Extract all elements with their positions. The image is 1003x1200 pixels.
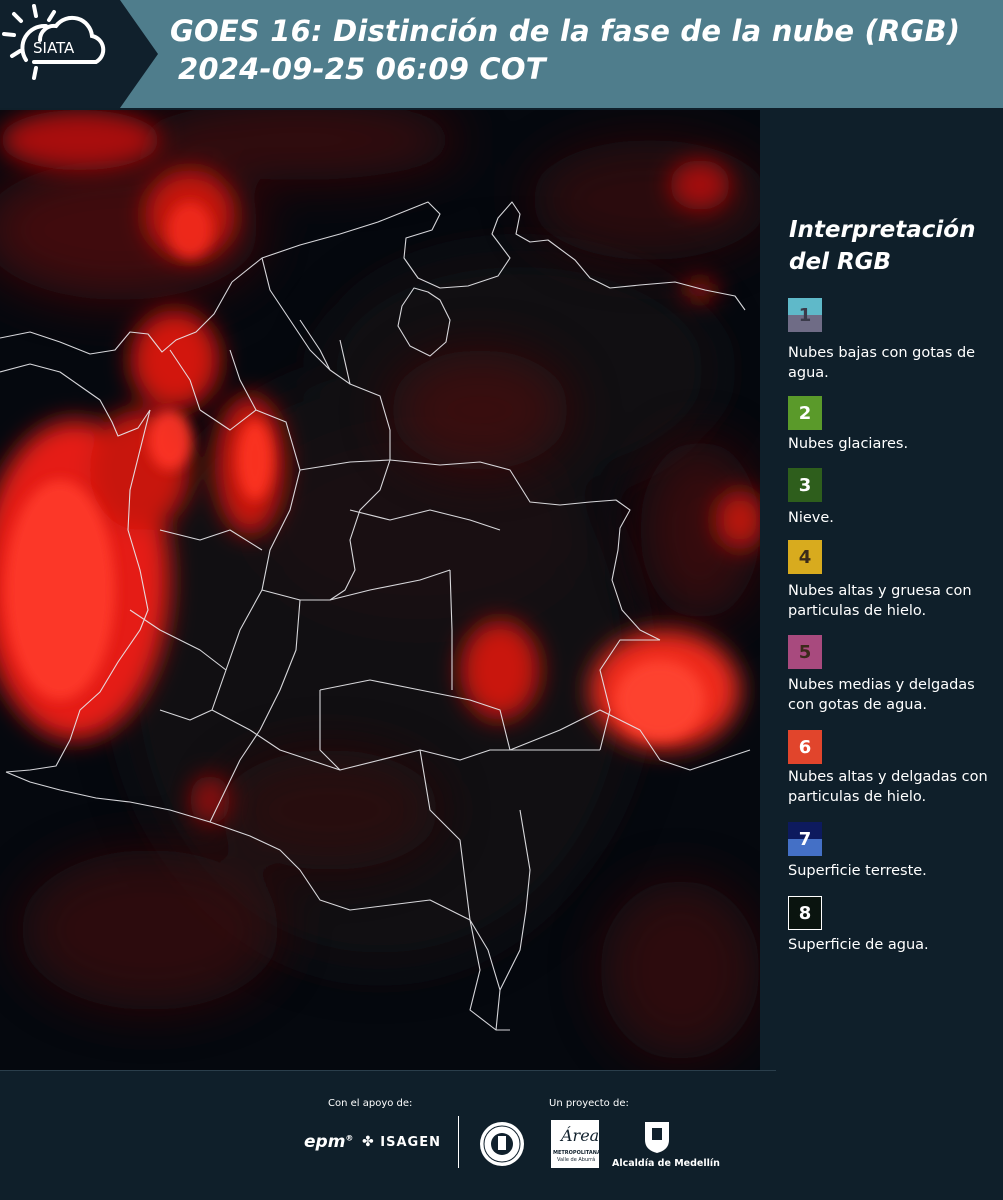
legend-title-line-2: del RGB: [789, 249, 892, 275]
legend-swatch-number: 8: [798, 902, 812, 924]
legend-description-1: Nubes bajas con gotas de agua.: [788, 345, 976, 381]
legend-swatch-1: 1: [788, 298, 822, 332]
legend-swatch-number: 6: [798, 736, 812, 758]
satellite-map[interactable]: [0, 110, 760, 1070]
legend-description-5: Nubes medias y delgadas con gotas de agu…: [788, 677, 975, 713]
legend-swatch-number: 4: [798, 546, 812, 568]
legend-swatch-number: 7: [798, 828, 812, 850]
alcaldia-label: Alcaldía de Medellín: [612, 1158, 720, 1169]
project-label: Un proyecto de:: [549, 1098, 629, 1109]
legend-swatch-5: 5: [788, 635, 822, 669]
legend-title-line-1: Interpretación: [789, 217, 976, 243]
footer: Con el apoyo de: Un proyecto de: epm® ✤ …: [0, 1070, 1003, 1200]
legend-description-4: Nubes altas y gruesa con particulas de h…: [788, 583, 972, 619]
title-line-1: GOES 16: Distinción de la fase de la nub…: [170, 14, 961, 48]
medellin-shield-icon: [645, 1122, 669, 1153]
epm-logo-text: epm: [304, 1132, 346, 1152]
support-label: Con el apoyo de:: [328, 1098, 413, 1109]
logo-band: SIATA: [0, 0, 160, 108]
area-logo-sub1: METROPOLITANA: [553, 1150, 601, 1156]
siata-logo: SIATA: [2, 4, 106, 80]
legend-description-7: Superficie terreste.: [788, 863, 927, 879]
legend-description-6: Nubes altas y delgadas con particulas de…: [788, 769, 988, 805]
legend-swatch-3: 3: [788, 468, 822, 502]
footer-separator: [458, 1116, 459, 1168]
title-datetime: 2024-09-25 06:09 COT: [178, 52, 546, 86]
legend-swatch-number: 1: [798, 304, 812, 326]
epm-logo: epm®: [304, 1132, 354, 1152]
legend-description-3: Nieve.: [788, 510, 834, 526]
legend-swatch-6: 6: [788, 730, 822, 764]
svg-text:SIATA: SIATA: [33, 39, 75, 57]
legend-swatch-number: 2: [798, 402, 812, 424]
isagen-logo-text: ISAGEN: [380, 1135, 441, 1150]
legend-swatch-4: 4: [788, 540, 822, 574]
legend-swatch-8: 8: [788, 896, 822, 930]
area-logo-sub2: Valle de Aburrá: [557, 1157, 596, 1163]
legend-description-2: Nubes glaciares.: [788, 436, 909, 452]
legend-swatch-number: 5: [798, 641, 812, 663]
legend-swatch-number: 3: [798, 474, 812, 496]
header-band: SIATA GOES 16: Distinción de la fase de …: [0, 0, 1003, 108]
page-title: GOES 16: Distinción de la fase de la nub…: [170, 12, 960, 88]
legend-swatch-7: 7: [788, 822, 822, 856]
legend-panel: Interpretación del RGB 1 Nubes bajas con …: [760, 110, 1003, 1070]
legend-title: Interpretación del RGB: [789, 214, 975, 278]
footer-divider: [0, 1070, 776, 1071]
area-metropolitana-logo: Área METROPOLITANA Valle de Aburrá: [551, 1120, 601, 1168]
area-logo-name: Área: [561, 1126, 600, 1145]
legend-description-8: Superficie de agua.: [788, 937, 929, 953]
legend-swatch-2: 2: [788, 396, 822, 430]
university-seal-logo: [480, 1122, 524, 1166]
isagen-logo: ✤ ISAGEN: [362, 1134, 441, 1150]
